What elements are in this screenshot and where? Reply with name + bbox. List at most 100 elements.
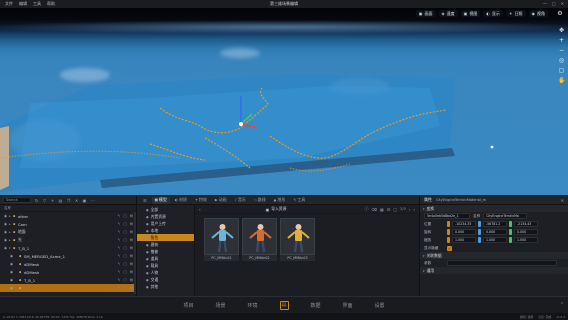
size-icon[interactable]: ▢ [393, 207, 397, 212]
back-icon[interactable]: ‹ [199, 207, 201, 212]
id-field[interactable]: 5e4a0eb5d8ba2e_1 [424, 213, 470, 219]
outline-row[interactable]: ◉ ▾ ▪ T_B_1 ✎ ▢ ▤ [0, 244, 136, 252]
data-section-header[interactable]: ▾ 关联数据 [420, 252, 568, 259]
lock-icon[interactable]: ▢ [123, 214, 126, 218]
pin-icon[interactable]: ▤ [130, 222, 133, 226]
viewport-tool-camera[interactable]: ▣ 画面 [415, 10, 436, 17]
edit-icon[interactable]: ✎ [117, 246, 120, 250]
visibility-eye-icon[interactable]: ◉ [10, 278, 15, 282]
minimize-button[interactable]: — [543, 1, 547, 6]
asset-category-item[interactable]: ● 角色 [137, 234, 194, 241]
zoom-out-icon[interactable]: − [558, 47, 565, 54]
filter-icon[interactable]: ▽ [42, 198, 47, 203]
asset-category-item[interactable]: ● 建筑 [137, 241, 194, 248]
pin-icon[interactable]: ▤ [130, 254, 133, 258]
edit-icon[interactable]: ✎ [117, 278, 120, 282]
dock-item[interactable]: 项目 [183, 302, 193, 309]
lock-icon[interactable]: ▢ [123, 246, 126, 250]
dock-item[interactable]: 界面 [343, 302, 353, 309]
edit-icon[interactable]: ✎ [117, 286, 120, 290]
menu-file[interactable]: 文件 [5, 1, 13, 7]
prev-page-icon[interactable]: ‹ [409, 207, 411, 212]
edit-icon[interactable]: ✎ [117, 262, 120, 266]
dock-item-asset-icon[interactable]: ▤ [279, 301, 289, 310]
asset-tab[interactable]: ⤳ 路线 [251, 197, 269, 204]
position-x-field[interactable]: -10234.35 [452, 221, 476, 227]
asset-category-item[interactable]: ● 全部 [137, 206, 194, 213]
lock-icon[interactable]: ▢ [123, 230, 126, 234]
close-icon[interactable]: ✕ [561, 198, 564, 203]
pin-icon[interactable]: ▤ [130, 238, 133, 242]
dock-item[interactable]: 环境 [247, 302, 257, 309]
asset-tab[interactable]: ▶ 动画 [212, 197, 230, 204]
viewport-tool-view[interactable]: ▣ 视图 [460, 10, 481, 17]
outline-search-input[interactable]: Search [3, 197, 31, 203]
rotation-x-field[interactable]: 0.000 [452, 229, 476, 235]
data-param-field[interactable] [447, 260, 557, 266]
grid-view-icon[interactable]: ▦ [380, 207, 384, 212]
delete-icon[interactable]: ✕ [74, 198, 79, 203]
asset-category-item[interactable]: ● 内置资源 [137, 213, 194, 220]
viewport-tool-speed[interactable]: ◈ 速度 [438, 10, 458, 17]
next-page-icon[interactable]: › [413, 207, 415, 212]
trash-icon[interactable]: ⌫ [371, 207, 377, 212]
copy-icon[interactable]: ❐ [66, 198, 71, 203]
outline-scrollbar[interactable] [134, 212, 136, 294]
folder-icon[interactable]: ▤ [58, 198, 63, 203]
asset-card[interactable]: PC_MMAn02 [242, 218, 277, 261]
asset-category-item[interactable]: ● 本地 [137, 227, 194, 234]
more-icon[interactable]: ⋯ [90, 198, 95, 203]
asset-category-item[interactable]: ● 载具 [137, 262, 194, 269]
outline-row[interactable]: ◉ ▪ dDMesh ✎ ▢ ▤ [0, 268, 136, 276]
close-window-button[interactable]: ✕ [561, 1, 564, 6]
asset-tab[interactable]: ✦ 特效 [192, 197, 210, 204]
pin-icon[interactable]: ▤ [130, 230, 133, 234]
dock-item[interactable]: 数据 [311, 302, 321, 309]
add-icon[interactable]: + [50, 198, 55, 203]
pin-icon[interactable]: ▤ [130, 262, 133, 266]
outline-row[interactable]: ◉ ▸ ▪ 光 ✎ ▢ ▤ [0, 236, 136, 244]
scale-x-field[interactable]: 1.000 [452, 237, 476, 243]
fit-icon[interactable]: ▢ [558, 67, 565, 74]
outline-row[interactable]: ◉ ▸ ▪ other ✎ ▢ ▤ [0, 212, 136, 220]
pin-icon[interactable]: ▤ [130, 286, 133, 290]
transform-section-header[interactable]: ▾ 变换 [420, 205, 568, 212]
lock-icon[interactable]: ▢ [123, 238, 126, 242]
viewport-tool-sun[interactable]: ☀ 日照 [505, 10, 526, 17]
visibility-eye-icon[interactable]: ◉ [10, 254, 15, 258]
viewport-tool-display[interactable]: ◐ 显示 [483, 10, 503, 17]
collapse-dock-icon[interactable]: ⌃ [560, 302, 564, 308]
edit-icon[interactable]: ✎ [117, 230, 120, 234]
zoom-in-icon[interactable]: + [558, 37, 565, 44]
asset-category-item[interactable]: ● 其他 [137, 283, 194, 290]
orbit-icon[interactable]: ◎ [558, 57, 565, 64]
scale-y-field[interactable]: 1.000 [483, 237, 507, 243]
edit-icon[interactable]: ✎ [117, 238, 120, 242]
lock-icon[interactable]: ▢ [123, 278, 126, 282]
visibility-eye-icon[interactable]: ◉ [10, 286, 15, 290]
list-view-icon[interactable]: ☰ [387, 207, 391, 212]
visibility-eye-icon[interactable]: ◉ [10, 270, 15, 274]
lock-icon[interactable]: ▢ [123, 254, 126, 258]
visibility-checkbox[interactable]: ✓ [447, 245, 452, 251]
hand-icon[interactable]: ✋ [558, 77, 565, 84]
outline-row[interactable]: ◉ ▸ ▪ 地面 ✎ ▢ ▤ [0, 228, 136, 236]
outline-row[interactable]: ◉ ▪ ✎ ▢ ▤ [0, 284, 136, 292]
pin-icon[interactable]: ▤ [130, 270, 133, 274]
import-assets-button[interactable]: ▣ 导入资源 [263, 206, 290, 212]
lock-icon[interactable]: ▢ [123, 270, 126, 274]
dock-item[interactable]: 设置 [375, 302, 385, 309]
edit-icon[interactable]: ✎ [117, 254, 120, 258]
rotation-y-field[interactable]: 0.000 [483, 229, 507, 235]
asset-tab[interactable]: ✎ 工具 [290, 197, 308, 204]
viewport-tool-eye[interactable]: ◉ 视角 [528, 10, 548, 17]
pin-icon[interactable]: ▤ [130, 278, 133, 282]
pin-icon[interactable]: ▤ [130, 246, 133, 250]
settings-gear-icon[interactable]: ⚙ [556, 10, 564, 17]
refresh-icon[interactable]: ↻ [34, 198, 39, 203]
asset-tab[interactable]: ♪ 音乐 [232, 197, 249, 204]
asset-category-item[interactable]: ● 用户上传 [137, 220, 194, 227]
dock-item[interactable]: 场景 [215, 302, 225, 309]
transform-arrows-icon[interactable]: ✥ [558, 27, 565, 34]
pin-icon[interactable]: ▤ [130, 214, 133, 218]
